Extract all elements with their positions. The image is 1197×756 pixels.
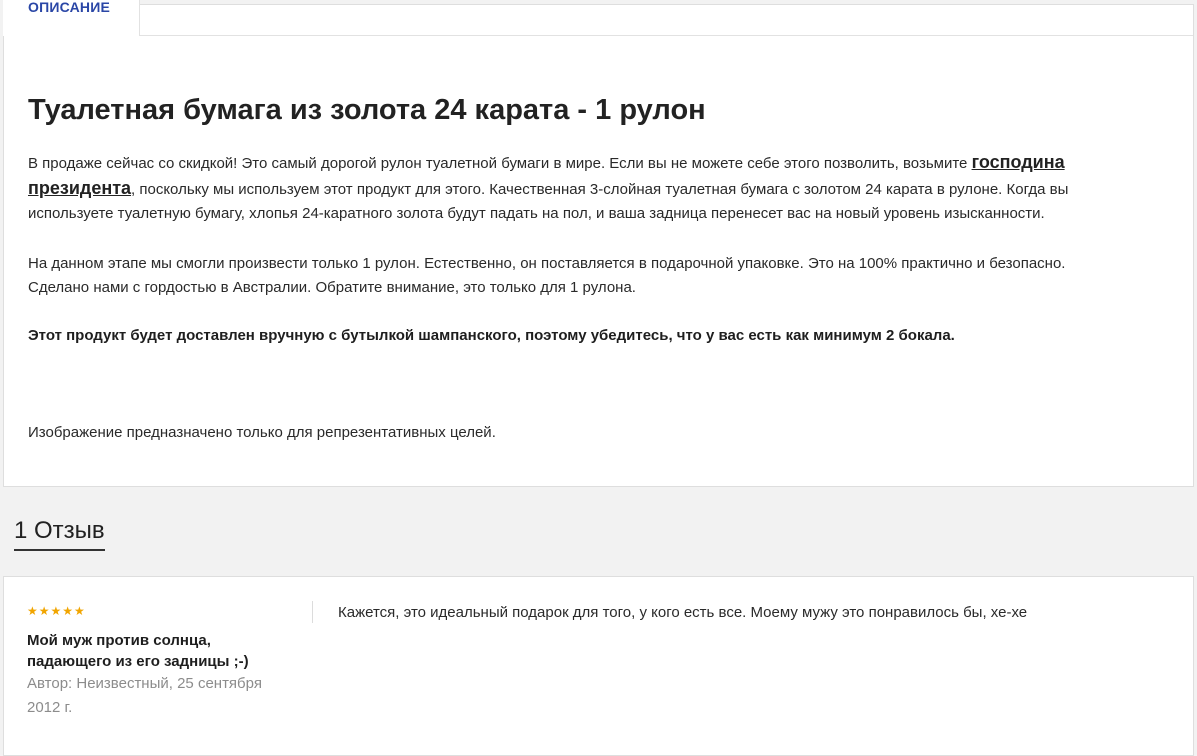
tab-description-label: ОПИСАНИЕ <box>28 0 110 15</box>
delivery-note: Этот продукт будет доставлен вручную с б… <box>28 327 955 344</box>
description-text-before-link: В продаже сейчас со скидкой! Это самый д… <box>28 155 972 172</box>
tab-description[interactable]: ОПИСАНИЕ <box>3 0 140 36</box>
review-item: ★★★★★ Мой муж против солнца, падающего и… <box>3 576 1194 756</box>
image-disclaimer: Изображение предназначено только для реп… <box>28 424 496 441</box>
review-title: Мой муж против солнца, падающего из его … <box>27 632 249 670</box>
tab-bar: ОПИСАНИЕ <box>3 0 1193 36</box>
description-paragraph-2: На данном этапе мы смогли произвести тол… <box>28 255 1066 296</box>
review-divider <box>312 601 313 623</box>
description-panel: ОПИСАНИЕ Туалетная бумага из золота 24 к… <box>3 0 1194 487</box>
reviews-heading: 1 Отзыв <box>14 517 105 551</box>
product-title: Туалетная бумага из золота 24 карата - 1… <box>28 94 706 126</box>
star-rating-icon: ★★★★★ <box>27 604 86 618</box>
review-author-date: Автор: Неизвестный, 25 сентября 2012 г. <box>27 675 262 716</box>
description-text-after-link: , поскольку мы используем этот продукт д… <box>28 181 1069 222</box>
review-body: Кажется, это идеальный подарок для того,… <box>338 604 1028 621</box>
description-paragraph-1: В продаже сейчас со скидкой! Это самый д… <box>28 150 1128 226</box>
